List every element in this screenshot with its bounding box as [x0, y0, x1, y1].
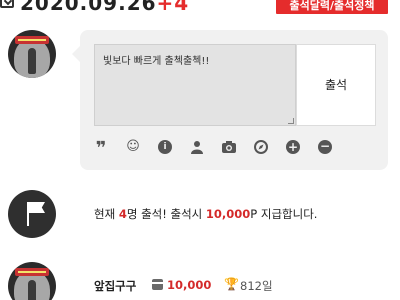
emoji-icon[interactable]: ☺ [126, 140, 140, 154]
trophy-icon: 🏆 [224, 277, 239, 291]
attendance-days: 812일 [240, 279, 273, 293]
notice-flag-avatar [8, 190, 56, 238]
attendee-count: 4 [118, 207, 127, 221]
attendance-notice: 현재 4명 출석! 출석시 10,000P 지급합니다. [94, 207, 318, 221]
plus-icon[interactable]: + [286, 140, 300, 154]
gift-icon [152, 279, 163, 290]
resize-handle[interactable] [288, 118, 294, 124]
user-avatar [8, 262, 56, 300]
reward-points: 10,000 [205, 207, 251, 221]
info-icon[interactable]: i [158, 140, 172, 154]
user-icon[interactable] [190, 140, 204, 154]
attendance-date: 2020.09.26+4 [20, 0, 189, 14]
comment-box-pointer [72, 46, 80, 62]
quote-icon[interactable]: ❞ [94, 140, 108, 158]
calendar-check-icon [0, 0, 14, 8]
attendance-calendar-button[interactable]: 출석달력/출석정책 [276, 0, 388, 14]
user-points: 10,000 [167, 278, 212, 292]
my-avatar [8, 30, 56, 78]
user-name[interactable]: 앞집구구 [94, 278, 136, 294]
camera-icon[interactable] [222, 140, 236, 154]
minus-icon[interactable]: − [318, 140, 332, 154]
date-suffix: +4 [156, 0, 190, 14]
header-bar: 2020.09.26+4 출석달력/출석정책 [0, 0, 400, 14]
flag-icon [27, 202, 29, 226]
attendance-submit-button[interactable]: 출석 [296, 44, 376, 126]
compass-icon[interactable] [254, 140, 268, 154]
comment-textarea[interactable]: 빛보다 빠르게 출첵출첵!! [94, 44, 296, 126]
